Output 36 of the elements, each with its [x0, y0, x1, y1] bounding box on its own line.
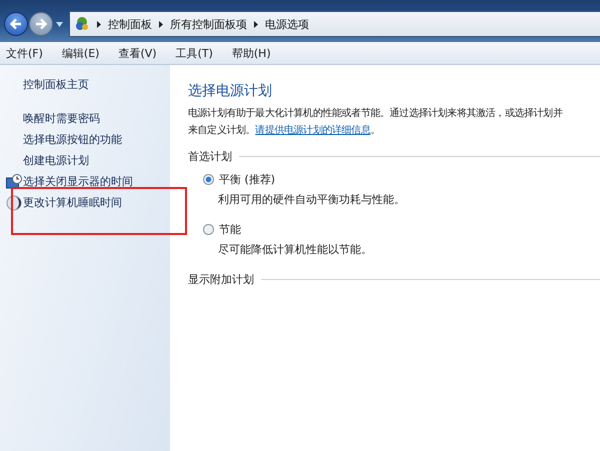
menu-item[interactable]: 帮助(H)	[232, 46, 271, 60]
sidebar-link[interactable]: 选择电源按钮的功能	[23, 132, 122, 147]
menu-item[interactable]: 文件(F)	[6, 46, 43, 60]
chevron-icon[interactable]	[97, 20, 101, 28]
moon-icon	[6, 194, 22, 210]
breadcrumb-item[interactable]: 控制面板	[108, 16, 152, 32]
menu-item[interactable]: 编辑(E)	[62, 46, 100, 60]
radio-button[interactable]	[203, 174, 214, 185]
plan-description: 利用可用的硬件自动平衡功耗与性能。	[218, 192, 406, 207]
left-arrow-icon	[9, 17, 23, 31]
sidebar-link[interactable]: 创建电源计划	[23, 153, 89, 168]
right-arrow-icon	[34, 17, 48, 31]
sidebar-link[interactable]: 选择关闭显示器的时间	[23, 174, 133, 189]
monitor-clock-icon	[6, 174, 22, 190]
section-heading: 首选计划	[188, 149, 232, 164]
sidebar-link[interactable]: 控制面板主页	[23, 77, 170, 92]
sidebar-link[interactable]: 唤醒时需要密码	[23, 111, 100, 126]
back-button[interactable]	[4, 12, 28, 36]
history-dropdown[interactable]	[54, 19, 65, 29]
control-panel-icon	[74, 16, 90, 32]
chevron-icon[interactable]	[254, 20, 258, 28]
sidebar-link[interactable]: 更改计算机睡眠时间	[23, 195, 122, 210]
address-bar[interactable]: 控制面板 所有控制面板项 电源选项	[69, 11, 600, 37]
chevron-icon[interactable]	[159, 20, 163, 28]
menu-item[interactable]: 工具(T)	[176, 46, 213, 60]
plan-name[interactable]: 平衡 (推荐)	[219, 172, 276, 187]
section-heading: 显示附加计划	[188, 272, 254, 287]
radio-button[interactable]	[203, 224, 214, 235]
page-title: 选择电源计划	[188, 82, 273, 100]
breadcrumb-item[interactable]: 电源选项	[265, 16, 309, 32]
details-link[interactable]: 请提供电源计划的详细信息	[255, 125, 370, 136]
plan-name[interactable]: 节能	[219, 222, 241, 237]
description-text: 电源计划有助于最大化计算机的性能或者节能。通过选择计划来将其激活，或选择计划并 来自定义计划。请提供电源计划的详细信息。	[188, 106, 564, 138]
breadcrumb-item[interactable]: 所有控制面板项	[170, 16, 247, 32]
menu-item[interactable]: 查看(V)	[118, 46, 157, 60]
plan-description: 尽可能降低计算机性能以节能。	[218, 242, 373, 257]
